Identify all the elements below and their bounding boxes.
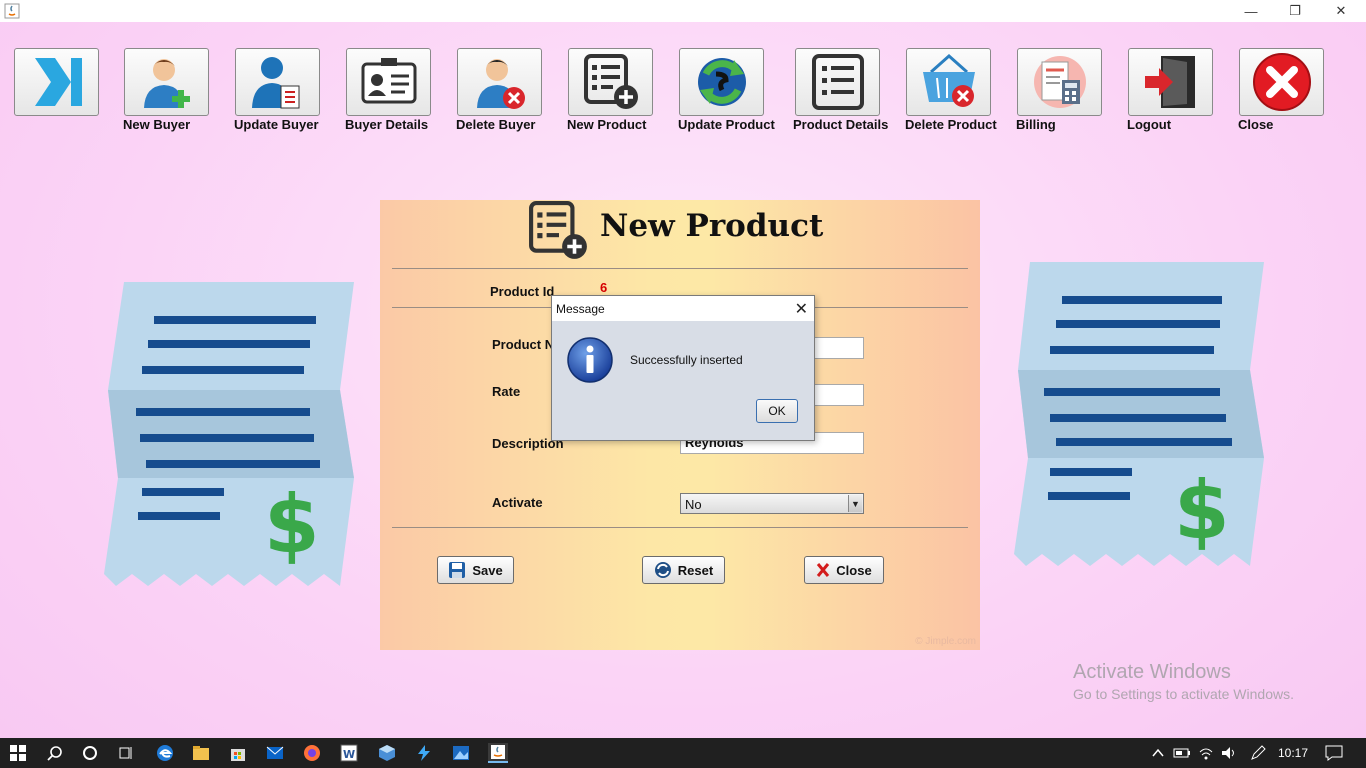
window-close-button[interactable]: ✕ bbox=[1318, 0, 1364, 22]
refresh-icon bbox=[697, 58, 746, 106]
battery-icon[interactable] bbox=[1172, 743, 1192, 763]
windows-start-icon[interactable] bbox=[8, 743, 28, 763]
delete-basket-icon bbox=[922, 53, 975, 107]
activate-select-value: No bbox=[685, 497, 702, 512]
edge-browser-icon[interactable] bbox=[155, 743, 175, 763]
update-buyer-label: Update Buyer bbox=[234, 117, 319, 132]
close-circle-icon bbox=[1252, 53, 1311, 111]
svg-text:W: W bbox=[343, 748, 355, 761]
dialog-title: Message bbox=[552, 296, 814, 321]
floppy-disk-icon bbox=[449, 562, 466, 578]
chevron-down-icon[interactable]: ▼ bbox=[848, 495, 862, 512]
new-product-button[interactable] bbox=[568, 48, 653, 116]
delete-buyer-button[interactable] bbox=[457, 48, 542, 116]
divider bbox=[392, 268, 968, 269]
save-button[interactable]: Save bbox=[437, 556, 514, 584]
new-product-label: New Product bbox=[567, 117, 647, 132]
clock[interactable]: 10:17 bbox=[1278, 746, 1308, 760]
info-icon bbox=[567, 337, 613, 383]
billing-button[interactable] bbox=[1017, 48, 1102, 116]
message-dialog: Message ✕ Successfully inserted OK bbox=[551, 295, 815, 441]
exit-door-icon bbox=[1144, 56, 1195, 108]
dialog-message: Successfully inserted bbox=[630, 353, 743, 367]
update-buyer-button[interactable] bbox=[235, 48, 320, 116]
divider bbox=[392, 527, 968, 528]
search-icon[interactable] bbox=[45, 743, 65, 763]
receipt-illustration-right: $ bbox=[1014, 262, 1264, 566]
buyer-details-label: Buyer Details bbox=[345, 117, 429, 132]
virtualbox-icon[interactable] bbox=[377, 743, 397, 763]
java-app-icon bbox=[4, 3, 20, 19]
pen-icon[interactable] bbox=[1248, 743, 1268, 763]
mail-icon[interactable] bbox=[265, 743, 285, 763]
activate-label: Activate bbox=[492, 495, 543, 510]
java-app-taskbar-icon[interactable] bbox=[488, 743, 508, 763]
receipt-illustration-left: $ bbox=[104, 282, 354, 586]
new-buyer-button[interactable] bbox=[124, 48, 209, 116]
invoice-calculator-icon bbox=[1033, 56, 1086, 108]
skip-forward-icon bbox=[34, 58, 82, 106]
rate-label: Rate bbox=[492, 384, 521, 399]
collapse-button[interactable] bbox=[14, 48, 99, 116]
remove-user-icon bbox=[476, 59, 525, 109]
product-id-value: 6 bbox=[600, 280, 608, 295]
cortana-icon[interactable] bbox=[80, 743, 100, 763]
reset-button[interactable]: Reset bbox=[642, 556, 725, 584]
update-product-label: Update Product bbox=[678, 117, 775, 132]
new-buyer-label: New Buyer bbox=[123, 117, 191, 132]
buyer-details-button[interactable] bbox=[346, 48, 431, 116]
svg-text:$: $ bbox=[1174, 464, 1230, 557]
volume-icon[interactable] bbox=[1219, 743, 1239, 763]
ok-button[interactable]: OK bbox=[756, 399, 798, 423]
minimize-button[interactable]: — bbox=[1228, 0, 1274, 22]
taskbar: W 10:17 bbox=[0, 738, 1366, 768]
firefox-icon[interactable] bbox=[302, 743, 322, 763]
delete-product-button[interactable] bbox=[906, 48, 991, 116]
add-list-icon bbox=[529, 201, 587, 259]
product-details-button[interactable] bbox=[795, 48, 880, 116]
id-card-icon bbox=[361, 58, 416, 104]
notification-icon[interactable] bbox=[1324, 743, 1344, 763]
close-icon bbox=[817, 563, 830, 577]
logout-button[interactable] bbox=[1128, 48, 1213, 116]
image-watermark: © Jimple.com bbox=[915, 636, 976, 647]
chevron-up-icon[interactable] bbox=[1148, 743, 1168, 763]
product-name-label: Product N bbox=[492, 337, 555, 352]
store-icon[interactable] bbox=[228, 743, 248, 763]
add-list-icon bbox=[583, 54, 638, 109]
reset-button-label: Reset bbox=[677, 562, 714, 578]
add-user-icon bbox=[143, 59, 190, 108]
activate-select[interactable]: No ▼ bbox=[680, 493, 864, 514]
restore-button[interactable]: ❐ bbox=[1272, 0, 1318, 22]
product-id-label: Product Id bbox=[490, 284, 555, 299]
delete-buyer-label: Delete Buyer bbox=[456, 117, 536, 132]
activate-windows-title: Activate Windows bbox=[1073, 661, 1231, 683]
svg-text:$: $ bbox=[264, 478, 320, 571]
reset-icon bbox=[654, 562, 671, 578]
page-title: New Product bbox=[600, 208, 824, 244]
logout-label: Logout bbox=[1127, 117, 1172, 132]
word-icon[interactable]: W bbox=[339, 743, 359, 763]
dialog-close-icon[interactable]: ✕ bbox=[795, 299, 808, 319]
close-form-button[interactable]: Close bbox=[804, 556, 884, 584]
photos-icon[interactable] bbox=[451, 743, 471, 763]
file-explorer-icon[interactable] bbox=[191, 743, 211, 763]
close-app-button[interactable] bbox=[1239, 48, 1324, 116]
close-app-label: Close bbox=[1238, 117, 1274, 132]
list-icon bbox=[811, 54, 864, 110]
edit-user-icon bbox=[251, 57, 299, 109]
close-form-button-label: Close bbox=[836, 562, 872, 578]
save-button-label: Save bbox=[472, 562, 503, 578]
task-view-icon[interactable] bbox=[116, 743, 136, 763]
netbeans-icon[interactable] bbox=[414, 743, 434, 763]
activate-windows-subtitle: Go to Settings to activate Windows. bbox=[1073, 686, 1294, 702]
title-bar: — ❐ ✕ bbox=[0, 0, 1366, 22]
update-product-button[interactable] bbox=[679, 48, 764, 116]
product-details-label: Product Details bbox=[793, 117, 889, 132]
billing-label: Billing bbox=[1016, 117, 1056, 132]
wifi-icon[interactable] bbox=[1196, 743, 1216, 763]
delete-product-label: Delete Product bbox=[905, 117, 997, 132]
